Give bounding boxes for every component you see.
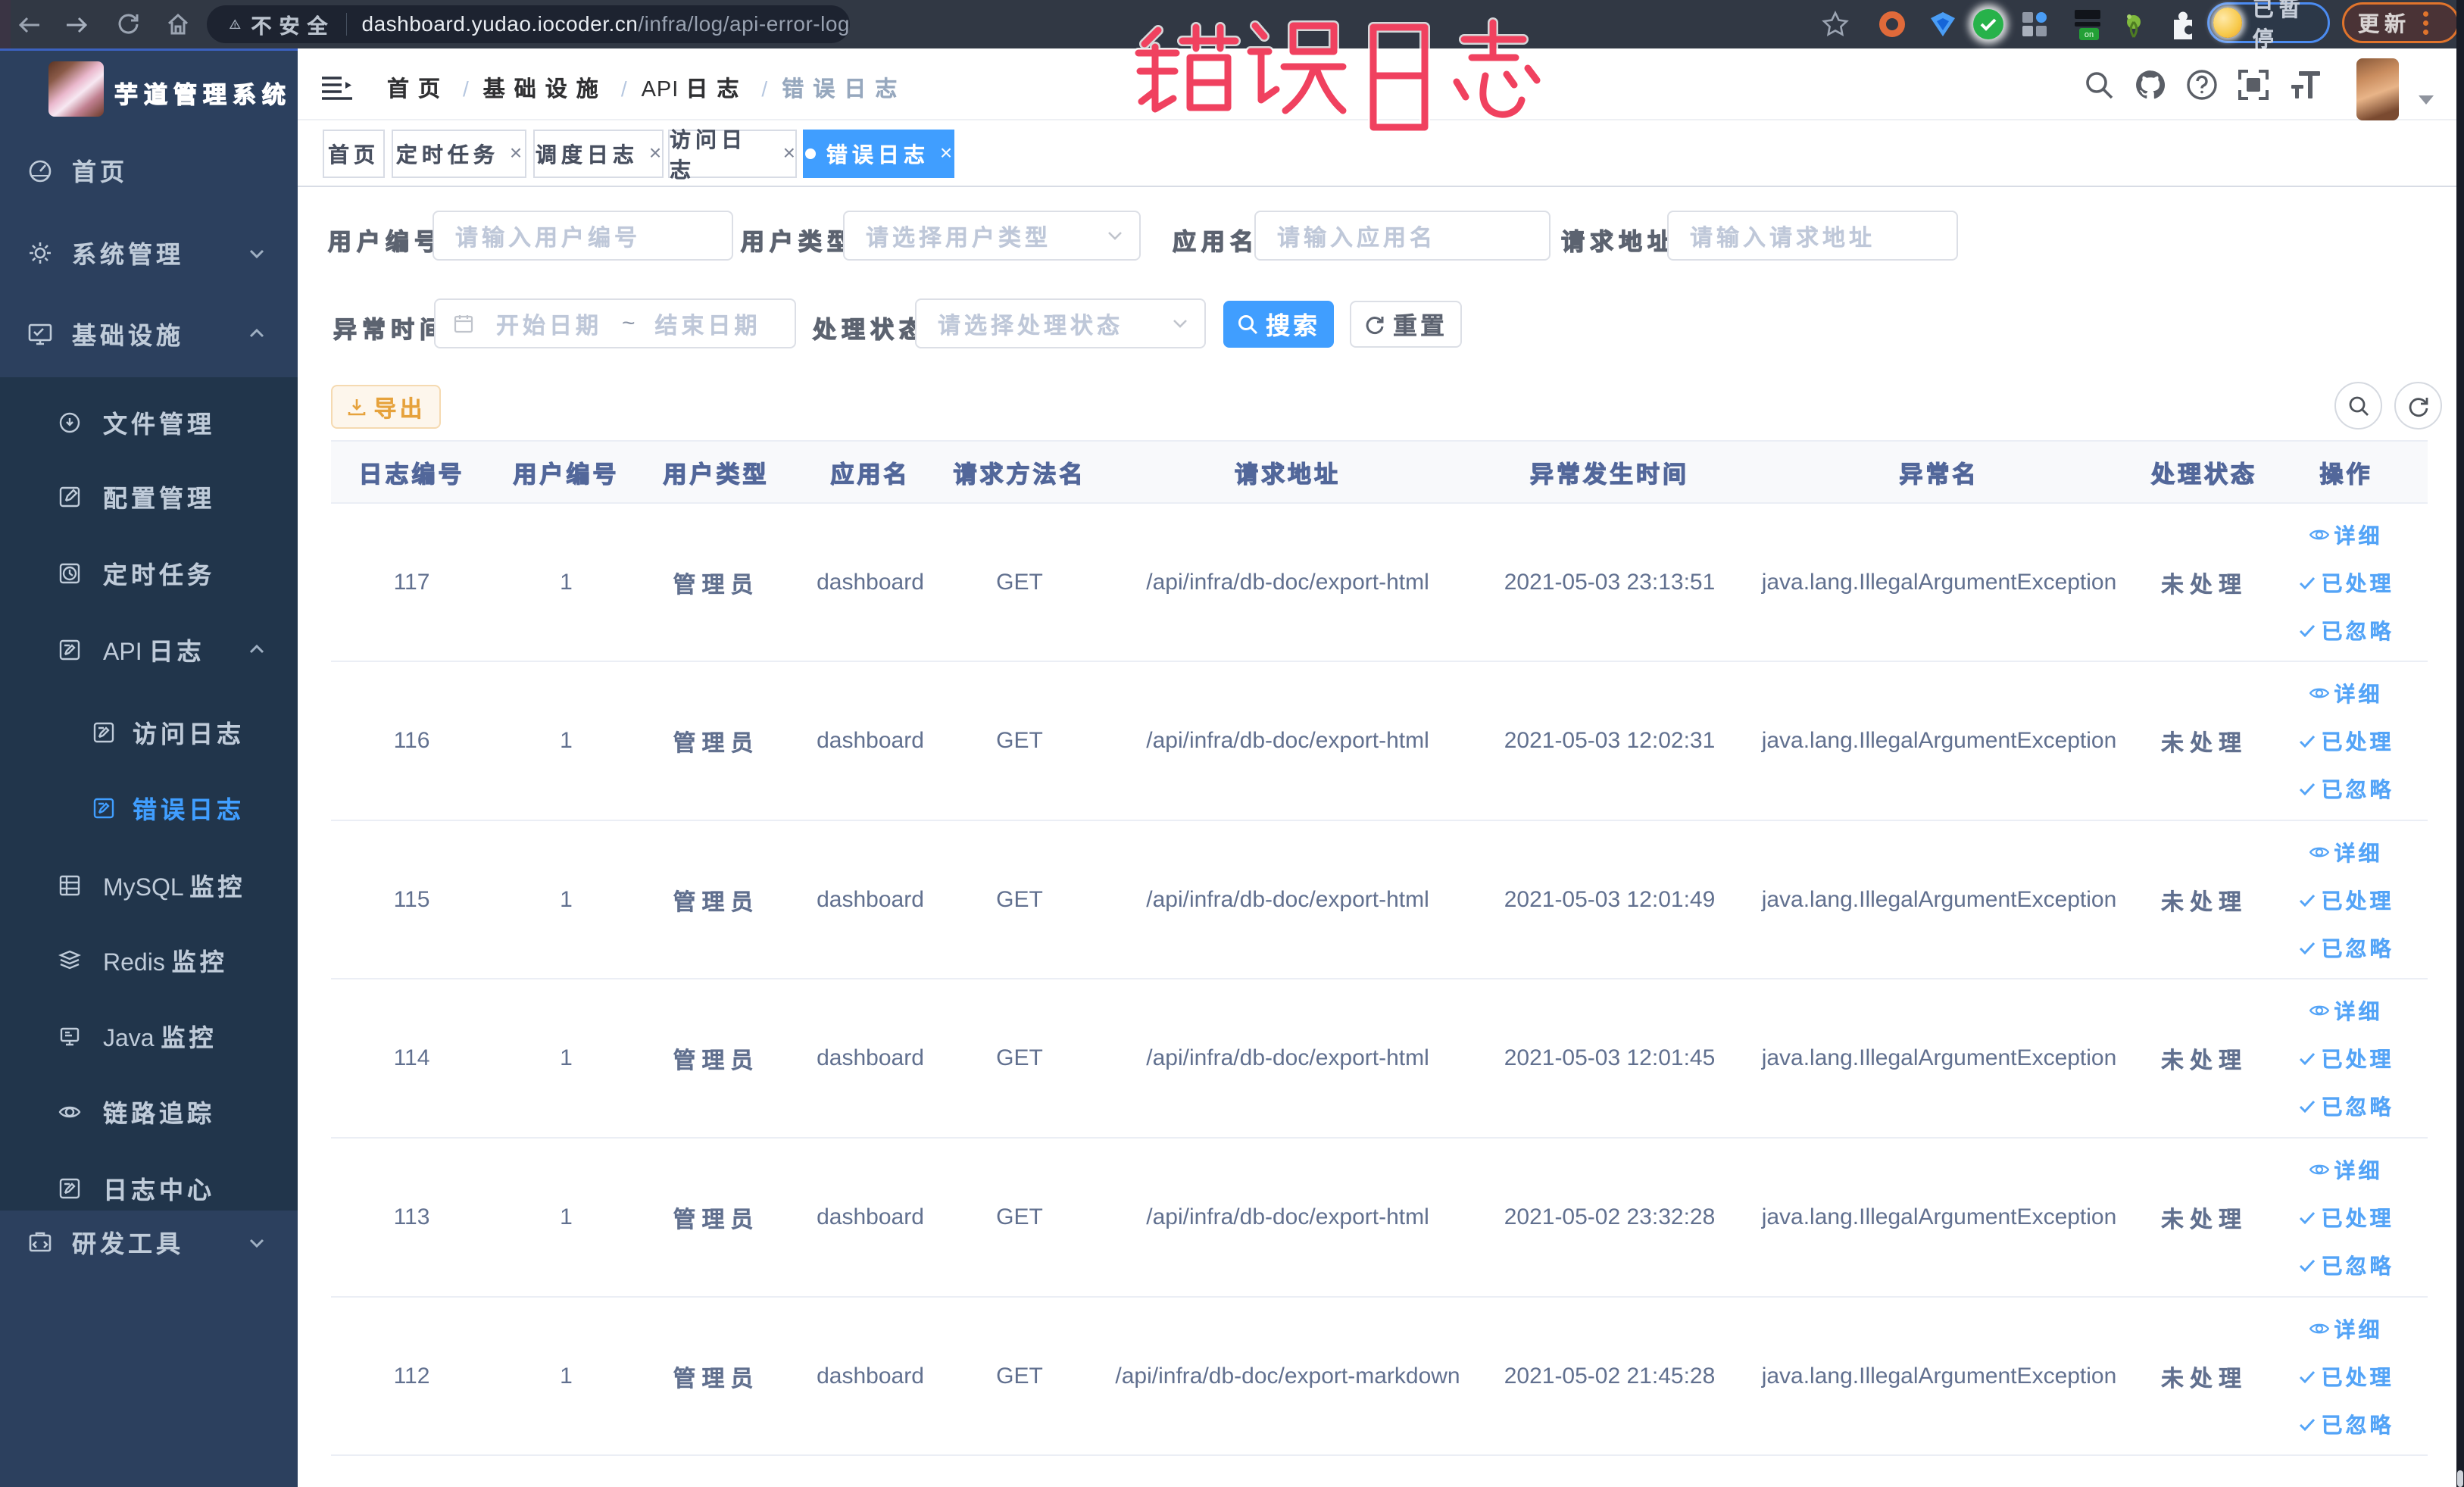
- svg-text:on: on: [2085, 30, 2094, 39]
